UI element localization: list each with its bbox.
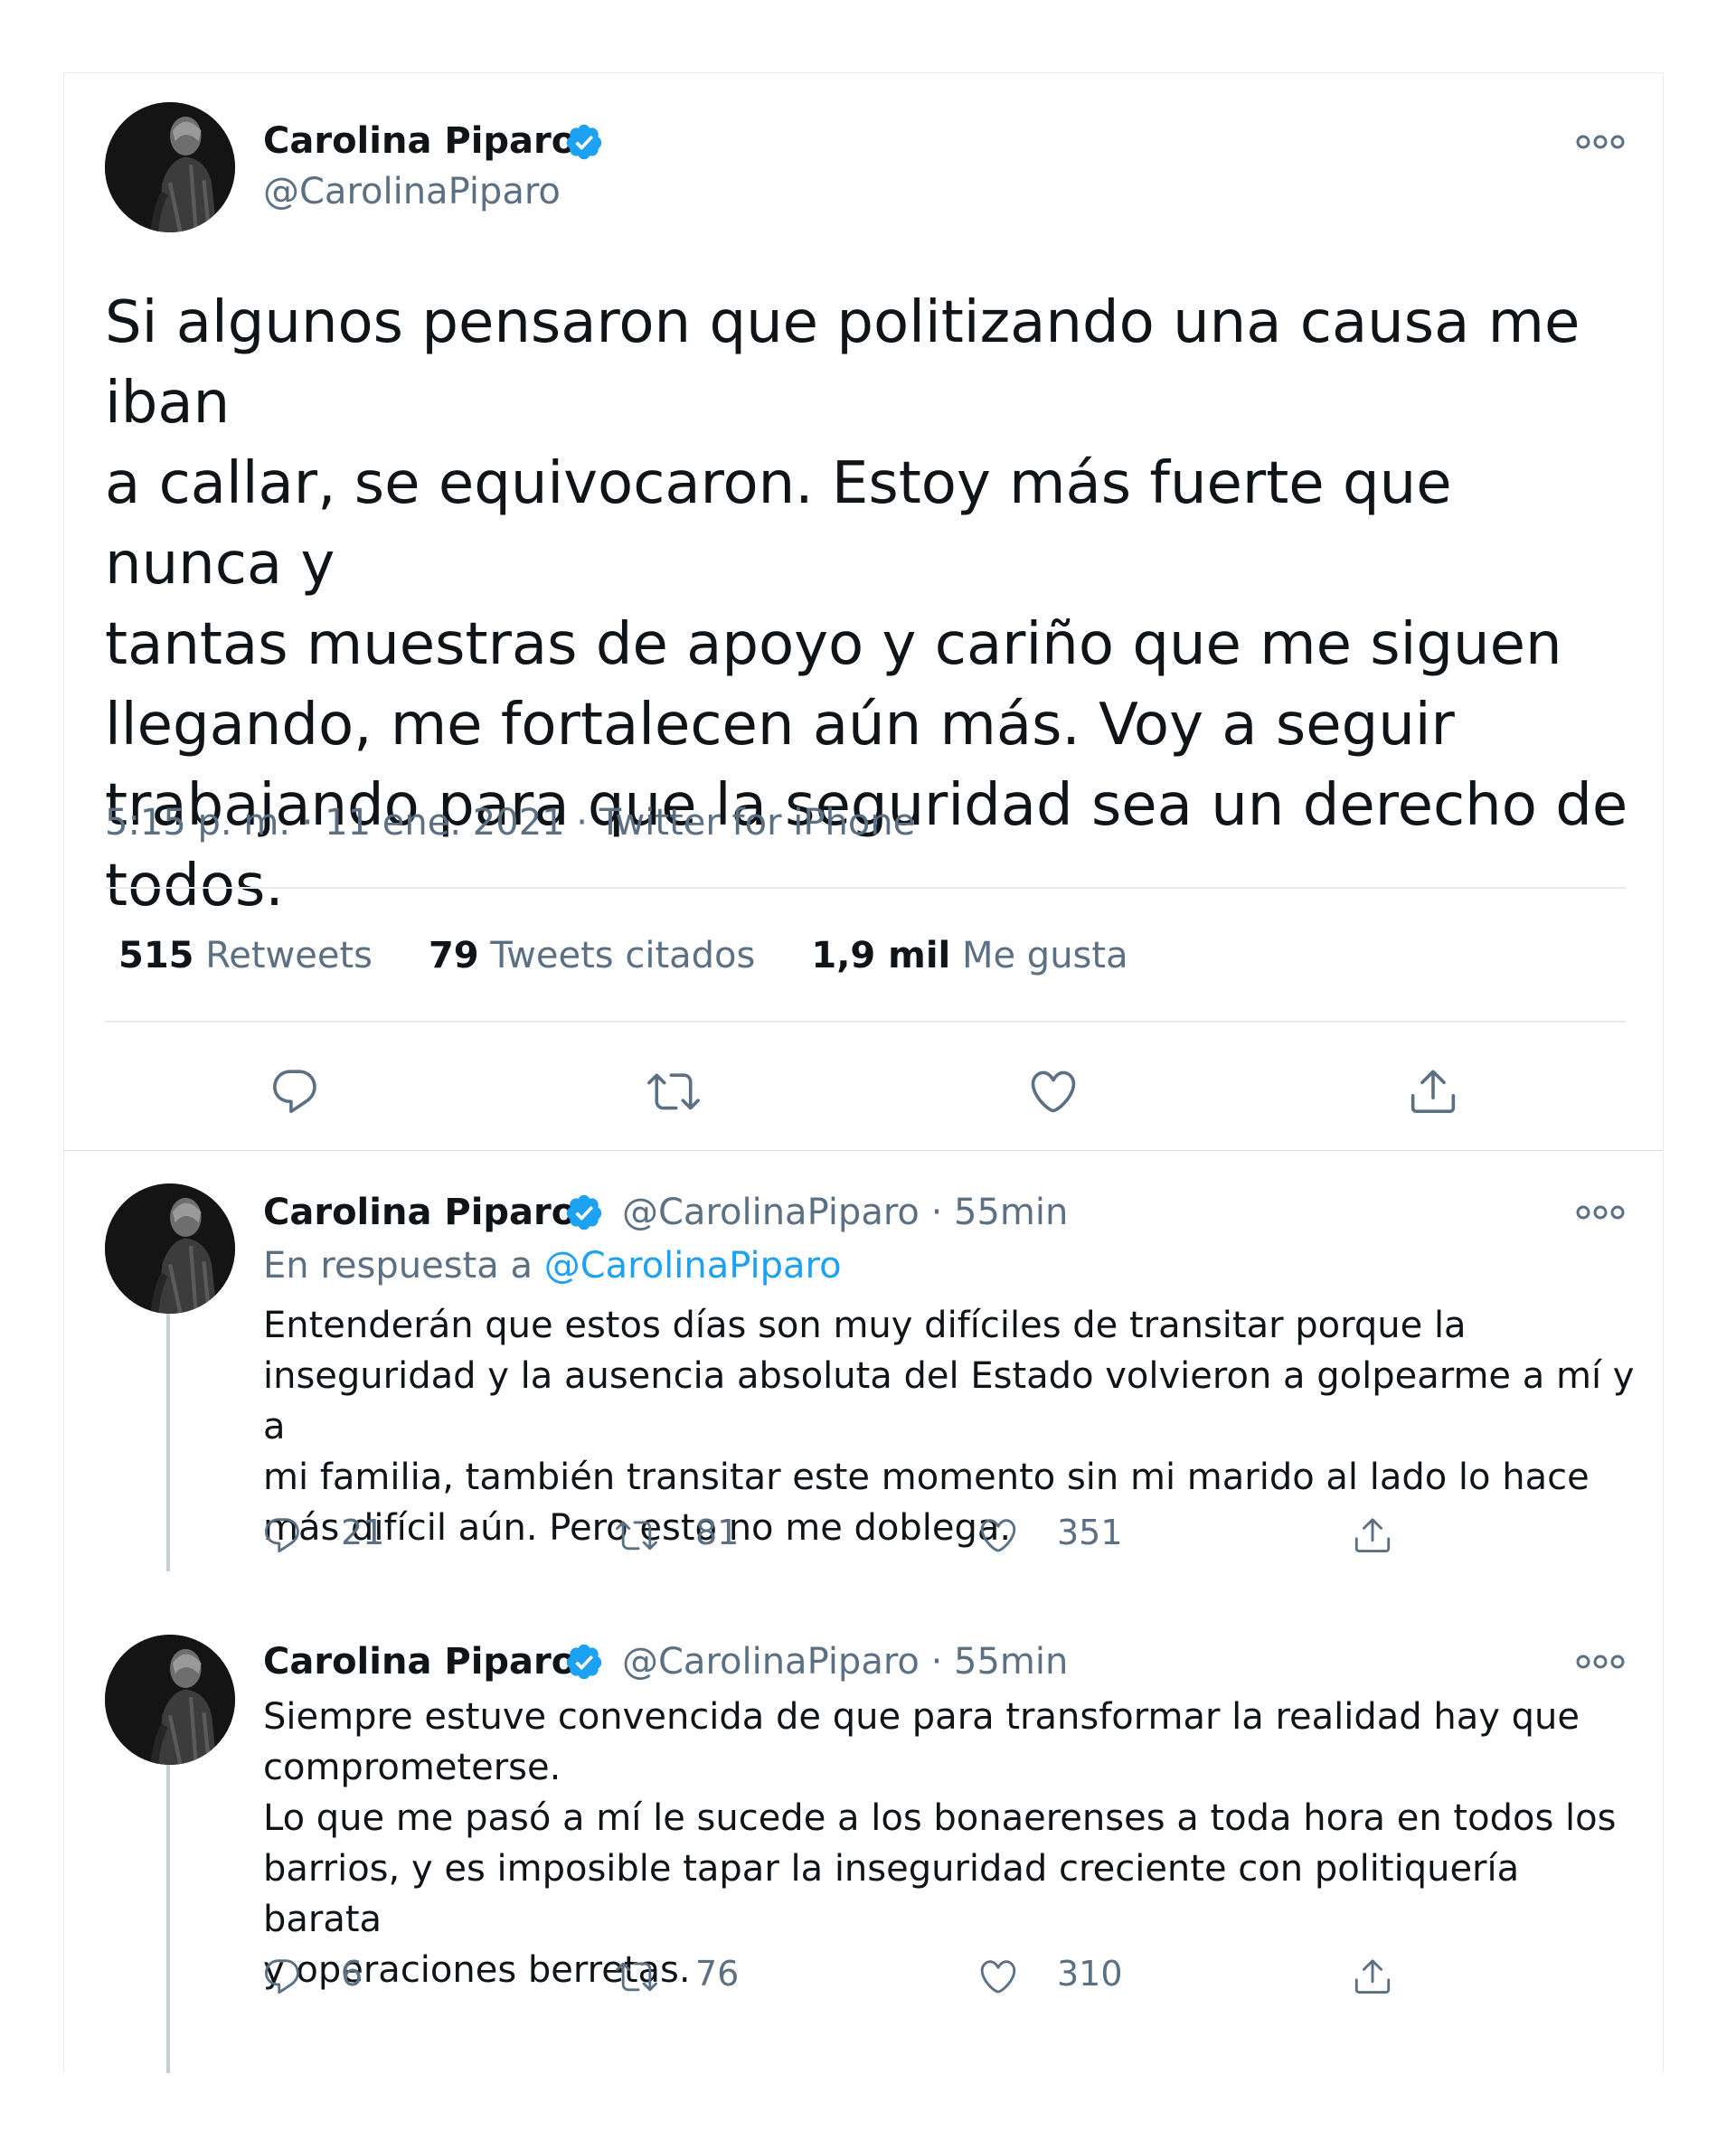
divider	[105, 887, 1626, 889]
reply-to-link[interactable]: @CarolinaPiparo	[544, 1245, 842, 1287]
more-options-icon[interactable]	[1576, 133, 1625, 151]
author-avatar[interactable]	[105, 102, 235, 232]
like-count: 351	[1057, 1513, 1123, 1552]
retweet-count: 76	[695, 1954, 740, 1994]
reply-text: Siempre estuve convencida de que para tr…	[263, 1696, 1617, 1991]
retweets-stat[interactable]: 515 Retweets	[118, 935, 373, 976]
author-avatar[interactable]	[105, 1635, 235, 1765]
reply-count: 6	[341, 1954, 363, 1994]
reply-text: Entenderán que estos días son muy difíci…	[263, 1305, 1635, 1549]
retweet-icon[interactable]	[616, 1956, 657, 1997]
main-tweet-card: Carolina Piparo @CarolinaPiparo Si algun…	[63, 72, 1664, 1151]
reply-count: 21	[341, 1513, 385, 1552]
retweet-count: 81	[695, 1513, 740, 1552]
author-avatar[interactable]	[105, 1183, 235, 1314]
like-icon[interactable]	[977, 1514, 1019, 1556]
reply-icon[interactable]	[269, 1065, 321, 1117]
verified-badge-icon	[564, 122, 604, 162]
author-name[interactable]: Carolina Piparo	[263, 120, 576, 162]
like-count: 310	[1057, 1954, 1123, 1994]
author-handle[interactable]: @CarolinaPiparo	[263, 171, 561, 212]
likes-stat[interactable]: 1,9 mil Me gusta	[811, 935, 1127, 976]
retweet-icon[interactable]	[647, 1065, 700, 1117]
more-options-icon[interactable]	[1576, 1203, 1625, 1221]
divider	[105, 1021, 1626, 1023]
thread-connector	[166, 1309, 170, 1571]
author-name[interactable]: Carolina Piparo	[263, 1641, 576, 1683]
retweet-icon[interactable]	[616, 1514, 657, 1556]
share-icon[interactable]	[1407, 1065, 1459, 1117]
tweet-stats: 515 Retweets 79 Tweets citados 1,9 mil Me …	[118, 935, 1128, 976]
verified-badge-icon	[564, 1193, 604, 1232]
share-icon[interactable]	[1352, 1956, 1393, 1997]
like-icon[interactable]	[1027, 1065, 1080, 1117]
author-name[interactable]: Carolina Piparo	[263, 1192, 576, 1233]
thread-connector	[166, 1761, 170, 2073]
replies-thread: Carolina Piparo @CarolinaPiparo · 55min …	[63, 1150, 1664, 2073]
author-handle-time[interactable]: @CarolinaPiparo · 55min	[622, 1192, 1068, 1233]
more-options-icon[interactable]	[1576, 1653, 1625, 1671]
reply-icon[interactable]	[261, 1956, 303, 1997]
reply-to-line: En respuesta a @CarolinaPiparo	[263, 1245, 842, 1287]
quotes-stat[interactable]: 79 Tweets citados	[429, 935, 755, 976]
reply-icon[interactable]	[261, 1514, 303, 1556]
share-icon[interactable]	[1352, 1514, 1393, 1556]
verified-badge-icon	[564, 1642, 604, 1682]
author-handle-time[interactable]: @CarolinaPiparo · 55min	[622, 1641, 1068, 1683]
tweet-timestamp[interactable]: 5:15 p. m. · 11 ene. 2021 · Twitter for …	[105, 802, 915, 844]
like-icon[interactable]	[977, 1956, 1019, 1997]
